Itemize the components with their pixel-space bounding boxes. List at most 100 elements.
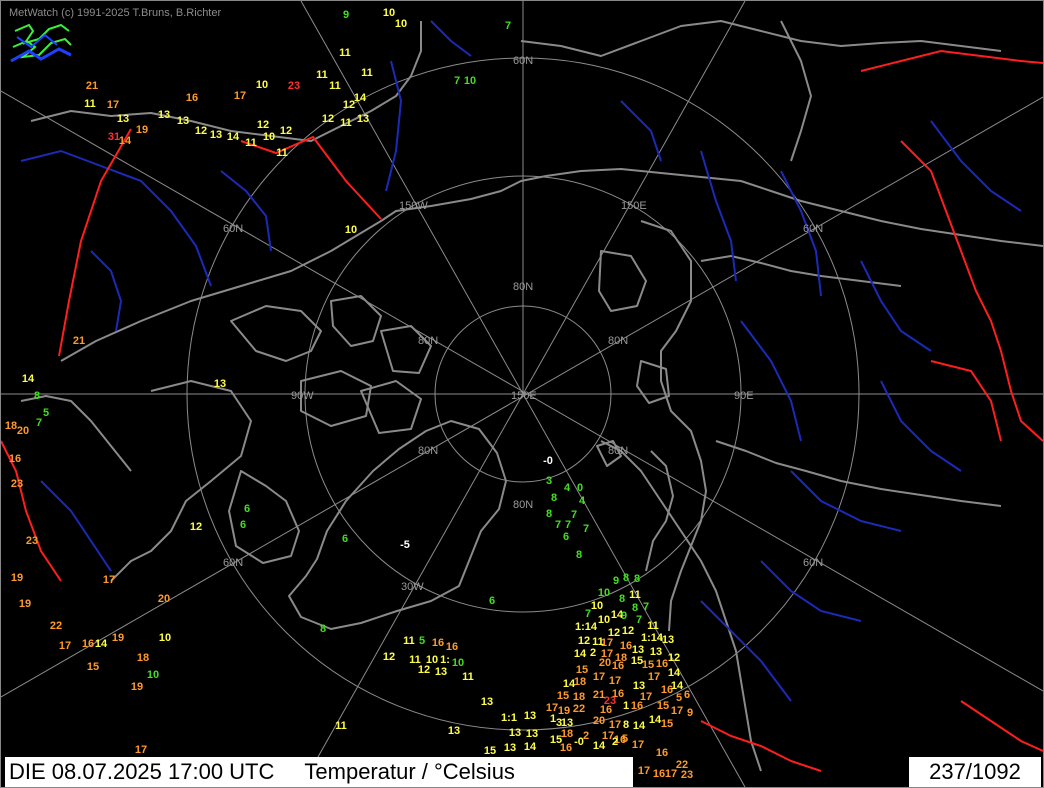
temperature-value: 10 [598, 587, 610, 599]
temperature-value: 16 [560, 742, 572, 754]
temperature-value: 18 [137, 652, 149, 664]
temperature-value: 20 [599, 657, 611, 669]
temperature-value: 7 [585, 608, 591, 620]
temperature-value: 21 [73, 335, 85, 347]
temperature-value: 15 [661, 718, 673, 730]
temperature-value: 5 [622, 733, 628, 745]
temperature-value: 19 [131, 681, 143, 693]
temperature-value: 17 [135, 744, 147, 756]
temperature-value: 17 [648, 671, 660, 683]
temperature-value: 12 [622, 625, 634, 637]
temperature-value: 12 [280, 125, 292, 137]
temperature-value: 1: [440, 654, 450, 666]
temperature-value: 11 [340, 117, 352, 129]
temperature-value: 8 [320, 623, 326, 635]
temperature-value: 8 [634, 573, 640, 585]
temperature-value: 17 [59, 640, 71, 652]
temperature-value: 4 [564, 482, 571, 494]
temperature-value: 8 [619, 593, 625, 605]
temperature-value: 15 [576, 664, 588, 676]
temperature-value: 16 [653, 768, 665, 780]
temperature-value: 8 [576, 549, 582, 561]
polar-temperature-map[interactable]: 60N 60N 60N 60N 60N 80N 80N 80N 80N 80N … [1, 1, 1043, 787]
temperature-value: 13 [210, 129, 222, 141]
pole-label: 150E [511, 390, 537, 402]
temperature-value: 17 [671, 705, 683, 717]
temperature-value: 6 [684, 689, 690, 701]
temperature-value: 7 [583, 523, 589, 535]
temperature-value: 7 [565, 519, 571, 531]
temperature-value: 13 [526, 728, 538, 740]
temperature-value: 19 [136, 124, 148, 136]
temperature-value: 8 [632, 602, 638, 614]
temperature-value: 15 [557, 690, 569, 702]
temperature-value: 11 [361, 67, 373, 79]
temperature-value: 14 [574, 648, 587, 660]
temperature-value: 6 [489, 595, 495, 607]
temperature-value: 15 [657, 700, 669, 712]
temperature-value: 11 [84, 98, 96, 110]
temperature-value: 17 [234, 90, 246, 102]
temperature-value: 7 [555, 519, 561, 531]
temperature-value: 17 [665, 768, 677, 780]
temperature-value: 14 [668, 667, 681, 679]
temperature-value: 20 [17, 425, 29, 437]
temperature-value: 13 [504, 742, 516, 754]
temperature-value: 18 [561, 728, 573, 740]
temperature-value: 7 [505, 20, 511, 32]
temperature-value: 19 [112, 632, 124, 644]
temperature-value: 8 [34, 390, 40, 402]
temperature-value: 19 [19, 598, 31, 610]
temperature-value: 14 [22, 373, 35, 385]
temperature-value: 1:1 [501, 712, 517, 724]
temperature-value: 11 [339, 47, 351, 59]
temperature-value: 14 [524, 741, 537, 753]
temperature-value: 16 [82, 638, 94, 650]
temperature-value: 7 [636, 614, 642, 626]
temperature-value: 11 [403, 635, 415, 647]
lat-label: 60N [223, 557, 243, 569]
lon-label: 150W [399, 200, 428, 212]
temperature-value: 11 [462, 671, 474, 683]
temperature-value: 22 [50, 620, 62, 632]
temperature-value: 10 [395, 18, 407, 30]
temperature-value: 9 [343, 9, 349, 21]
temperature-value: 1:14 [641, 632, 664, 644]
timestamp-label: DIE 08.07.2025 17:00 UTC [9, 759, 275, 784]
status-bar: DIE 08.07.2025 17:00 UTC Temperatur / °Ce… [5, 757, 633, 787]
temperature-value: 16 [186, 92, 198, 104]
temperature-value: 23 [26, 535, 38, 547]
temperature-value: 13 [357, 113, 369, 125]
temperature-value: 16 [620, 640, 632, 652]
temperature-value: -0 [574, 736, 584, 748]
temperature-value: 13 [524, 710, 536, 722]
lat-label: 60N [803, 223, 823, 235]
temperature-value: 10 [452, 657, 464, 669]
temperature-value: 8 [623, 572, 629, 584]
temperature-value: 13 [509, 727, 521, 739]
temperature-value: 1 [623, 700, 629, 712]
temperature-value: 11 [647, 620, 659, 632]
temperature-value: 16 [656, 658, 668, 670]
temperature-value: 6 [244, 503, 250, 515]
lat-label: 60N [223, 223, 243, 235]
borders [1, 49, 1043, 772]
temperature-value: 18 [5, 420, 17, 432]
temperature-value: 7 [36, 417, 42, 429]
temperature-value: 11 [629, 589, 641, 601]
lat-label: 80N [513, 281, 533, 293]
temperature-value: 10 [263, 131, 275, 143]
temperature-value: 12 [257, 119, 269, 131]
temperature-value: 11 [245, 137, 257, 149]
temperature-value: 17 [609, 675, 621, 687]
temperature-value: 10 [345, 224, 357, 236]
temperature-value: 10 [591, 600, 603, 612]
temperature-value: 14 [593, 740, 606, 752]
temperature-value: 23 [681, 769, 693, 781]
temperature-value: 15 [87, 661, 99, 673]
temperature-value: 12 [383, 651, 395, 663]
temperature-value: 11 [335, 720, 347, 732]
metwatch-logo-icon[interactable] [9, 21, 73, 67]
temperature-value: 12 [322, 113, 334, 125]
temperature-value: 13 [158, 109, 170, 121]
